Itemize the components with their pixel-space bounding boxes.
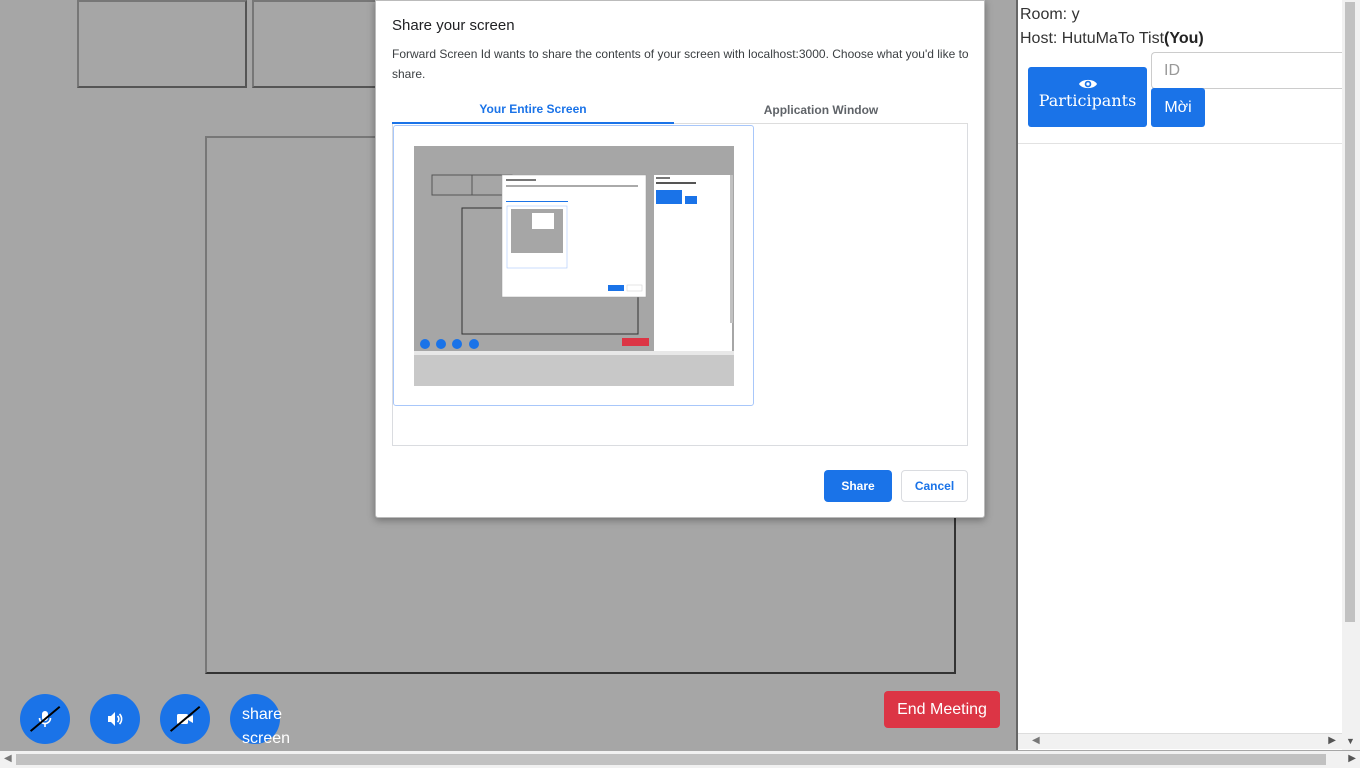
share-source-tabs: Your Entire Screen Application Window <box>392 96 968 124</box>
page-horizontal-scrollbar[interactable]: ◀ ▶ <box>0 751 1360 768</box>
end-meeting-button[interactable]: End Meeting <box>884 691 1000 728</box>
panel-horizontal-scrollbar[interactable]: ◀ ▶ <box>1018 733 1342 749</box>
invite-id-input[interactable] <box>1151 52 1346 89</box>
invite-button[interactable]: Mời <box>1151 88 1205 127</box>
dialog-description: Forward Screen Id wants to share the con… <box>392 47 969 81</box>
dialog-title: Share your screen <box>392 17 515 34</box>
panel-divider <box>1018 143 1344 144</box>
room-info-panel: Room: y Host: HutuMaTo Tist(You) Partici… <box>1016 0 1360 750</box>
share-screen-dialog: Share your screen Forward Screen Id want… <box>375 0 985 518</box>
speaker-toggle-button[interactable] <box>90 694 140 744</box>
tab-application-window[interactable]: Application Window <box>674 96 968 124</box>
cancel-button[interactable]: Cancel <box>901 470 968 502</box>
share-button[interactable]: Share <box>824 470 892 502</box>
tab-entire-screen[interactable]: Your Entire Screen <box>392 96 674 124</box>
screen-preview-image <box>414 146 734 386</box>
room-name: Room: y <box>1020 6 1080 23</box>
eye-icon <box>1078 79 1097 89</box>
mic-toggle-button[interactable] <box>20 694 70 744</box>
host-name: Host: HutuMaTo Tist(You) <box>1020 30 1204 47</box>
page-vertical-scrollbar[interactable]: ▼ <box>1342 0 1360 750</box>
share-screen-label[interactable]: share screen <box>242 703 302 751</box>
screen-thumbnail-card[interactable] <box>393 125 754 406</box>
camera-toggle-button[interactable] <box>160 694 210 744</box>
speaker-icon <box>108 712 123 726</box>
participant-video-tile-1 <box>77 0 247 88</box>
participants-button[interactable]: Participants <box>1028 67 1147 127</box>
